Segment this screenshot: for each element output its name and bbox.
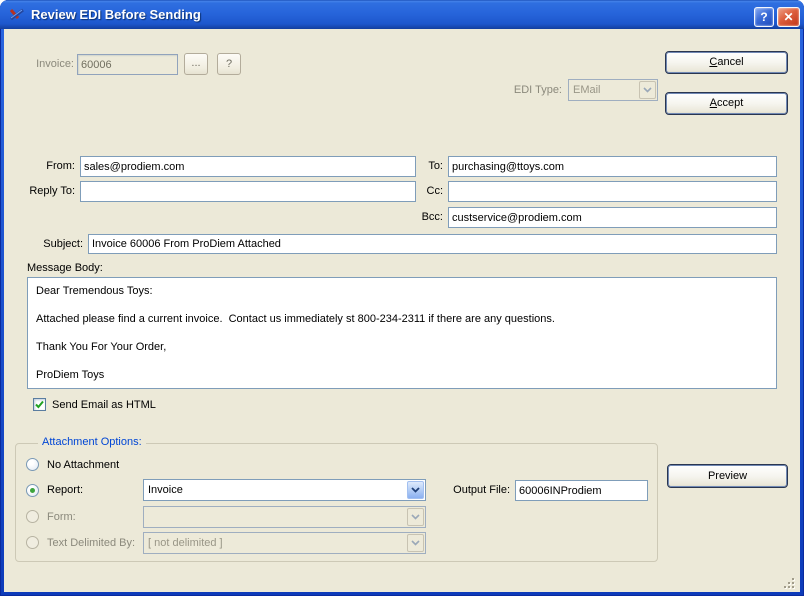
no-attachment-radio[interactable] xyxy=(26,458,39,471)
report-combobox[interactable]: Invoice xyxy=(143,479,426,501)
resize-grip[interactable] xyxy=(784,578,796,590)
accept-button[interactable]: Accept xyxy=(665,92,788,115)
report-radio[interactable] xyxy=(26,484,39,497)
bcc-input[interactable] xyxy=(448,207,777,228)
edi-type-label: EDI Type: xyxy=(513,84,562,96)
titlebar: Review EDI Before Sending ? ✕ xyxy=(0,0,804,29)
text-delimited-value: [ not delimited ] xyxy=(148,537,223,549)
subject-input[interactable] xyxy=(88,234,777,254)
review-edi-dialog: Review EDI Before Sending ? ✕ Invoice: .… xyxy=(0,0,804,596)
no-attachment-label: No Attachment xyxy=(47,459,120,471)
bcc-label: Bcc: xyxy=(421,211,443,223)
chevron-down-icon xyxy=(639,81,656,99)
edi-type-combobox: EMail xyxy=(568,79,658,101)
output-file-label: Output File: xyxy=(453,484,510,496)
cc-input[interactable] xyxy=(448,181,777,202)
chevron-down-icon[interactable] xyxy=(407,481,424,499)
chevron-down-icon xyxy=(407,534,424,552)
browse-button[interactable]: ... xyxy=(184,53,208,75)
report-value: Invoice xyxy=(148,484,183,496)
attachment-options-label: Attachment Options: xyxy=(38,436,146,448)
form-radio xyxy=(26,510,39,523)
cancel-button[interactable]: Cancel xyxy=(665,51,788,74)
form-combobox xyxy=(143,506,426,528)
app-icon xyxy=(9,8,24,21)
to-label: To: xyxy=(428,160,443,172)
reply-to-input[interactable] xyxy=(80,181,416,202)
chevron-down-icon xyxy=(407,508,424,526)
check-icon xyxy=(35,400,44,409)
message-body-textarea[interactable]: Dear Tremendous Toys: Attached please fi… xyxy=(27,277,777,389)
cc-label: Cc: xyxy=(426,185,444,197)
send-html-checkbox[interactable] xyxy=(33,398,46,411)
send-html-label: Send Email as HTML xyxy=(52,399,156,411)
text-delimited-radio xyxy=(26,536,39,549)
titlebar-help-button[interactable]: ? xyxy=(754,7,774,27)
message-body-label: Message Body: xyxy=(27,262,103,274)
form-label: Form: xyxy=(47,511,76,523)
report-label: Report: xyxy=(47,484,84,496)
invoice-label: Invoice: xyxy=(36,58,74,70)
preview-button[interactable]: Preview xyxy=(667,464,788,488)
invoice-help-button[interactable]: ? xyxy=(217,53,241,75)
text-delimited-label: Text Delimited By: xyxy=(47,537,136,549)
window-title: Review EDI Before Sending xyxy=(31,7,201,22)
subject-label: Subject: xyxy=(43,238,83,250)
to-input[interactable] xyxy=(448,156,777,177)
edi-type-value: EMail xyxy=(573,84,601,96)
text-delimited-combobox: [ not delimited ] xyxy=(143,532,426,554)
invoice-input xyxy=(77,54,178,75)
titlebar-close-button[interactable]: ✕ xyxy=(777,7,800,27)
output-file-input[interactable] xyxy=(515,480,648,501)
radio-dot xyxy=(30,488,35,493)
reply-to-label: Reply To: xyxy=(29,185,75,197)
from-label: From: xyxy=(46,160,75,172)
from-input[interactable] xyxy=(80,156,416,177)
